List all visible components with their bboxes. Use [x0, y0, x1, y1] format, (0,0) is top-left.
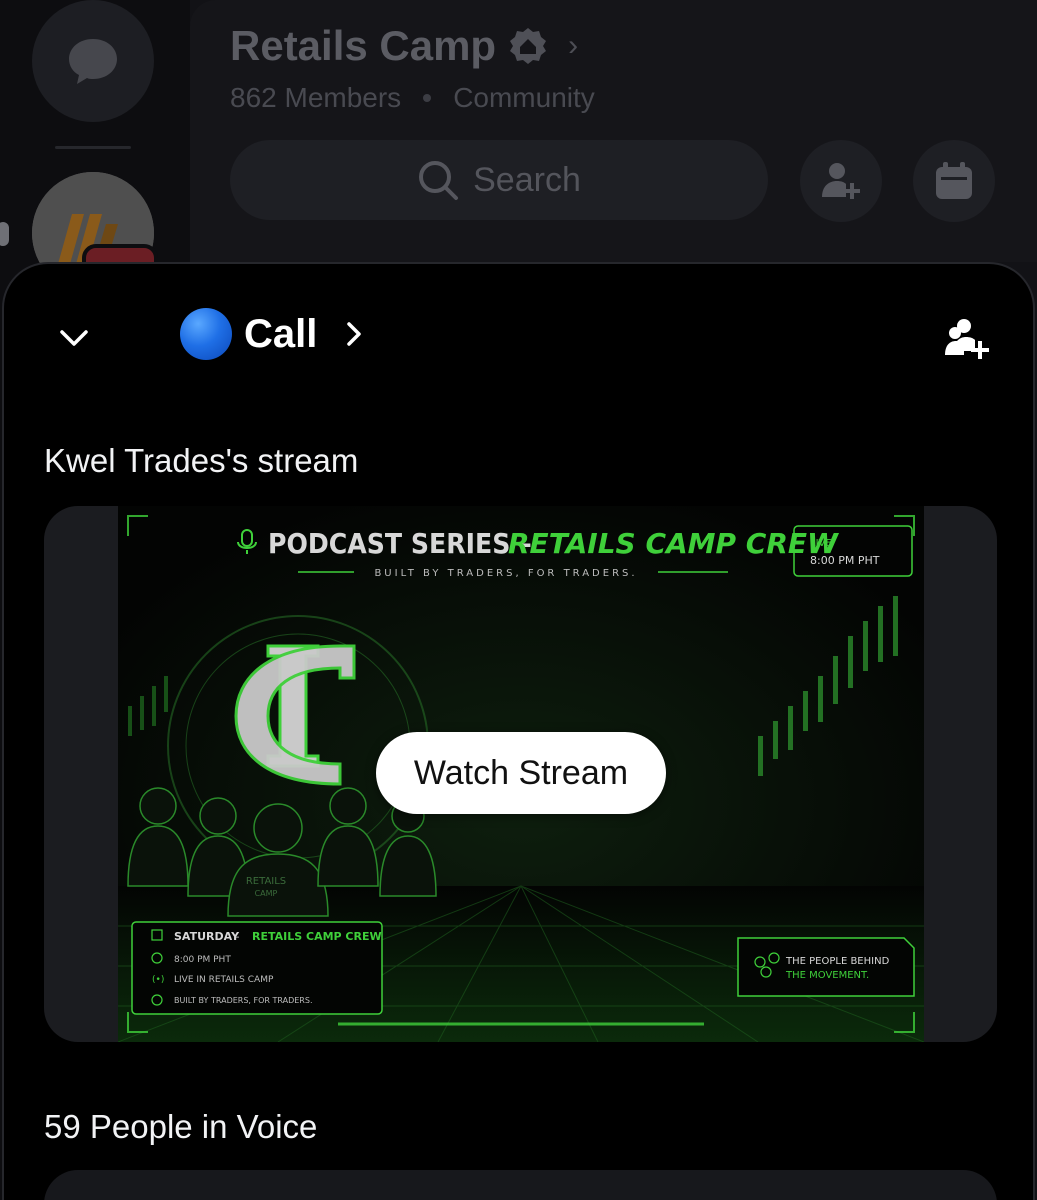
rail-divider	[55, 146, 131, 149]
live-label: LIVE	[810, 538, 832, 549]
invite-button[interactable]	[939, 312, 993, 366]
schedule-built: BUILT BY TRADERS, FOR TRADERS.	[174, 996, 313, 1005]
server-type: Community	[453, 82, 595, 113]
schedule-dash: –	[234, 930, 240, 943]
crowd-jacket-text: RETAILS	[246, 876, 286, 887]
meta-separator	[423, 94, 432, 102]
add-member-button[interactable]	[800, 140, 882, 222]
calendar-icon	[936, 162, 972, 199]
stream-preview-card[interactable]: RETAILS CAMP PODCAST SERIES – RETAILS CA…	[44, 506, 997, 1042]
schedule-time: 8:00 PM PHT	[174, 955, 231, 965]
chevron-right-icon	[347, 322, 362, 346]
chevron-down-icon	[60, 330, 88, 346]
magnifier-icon	[419, 161, 459, 200]
crowd-jacket-subtext: CAMP	[255, 889, 278, 898]
search-placeholder: Search	[473, 160, 581, 199]
server-meta: 862 Members Community	[230, 82, 595, 114]
poster-title-left: PODCAST SERIES –	[268, 527, 532, 560]
voice-participants-list[interactable]	[44, 1170, 997, 1200]
chevron-right-icon: ›	[568, 29, 579, 62]
chat-bubble-icon	[69, 39, 117, 84]
direct-messages-button[interactable]	[32, 0, 154, 122]
stream-owner-label: Kwel Trades's stream	[44, 442, 359, 479]
member-count: 862 Members	[230, 82, 402, 113]
schedule-day: SATURDAY	[174, 930, 240, 943]
live-signal-icon: (•)	[152, 975, 164, 985]
people-box: THE PEOPLE BEHIND THE MOVEMENT.	[737, 937, 915, 997]
call-header: Call	[4, 304, 1033, 368]
people-line1: THE PEOPLE BEHIND	[785, 956, 890, 967]
server-title[interactable]: Retails Camp ›	[230, 22, 578, 70]
poster-tagline: BUILT BY TRADERS, FOR TRADERS.	[374, 568, 637, 579]
schedule-box: SATURDAY – RETAILS CAMP CREW 8:00 PM PHT…	[131, 921, 383, 1015]
channel-title[interactable]: Call	[180, 308, 363, 360]
channel-name: Call	[244, 311, 318, 356]
collapse-button[interactable]	[52, 318, 96, 358]
server-name: Retails Camp	[230, 22, 497, 69]
voice-call-sheet: Call Kwel Trades's stream RETAILS CAMP P…	[2, 262, 1035, 1200]
events-button[interactable]	[913, 140, 995, 222]
blue-circle-emoji	[180, 308, 232, 360]
voice-count-label: 59 People in Voice	[44, 1108, 318, 1145]
group-add-icon	[945, 319, 989, 359]
server-header: Retails Camp › 862 Members Community Sea…	[190, 0, 1037, 262]
poster-title-right: RETAILS CAMP CREW	[508, 527, 839, 560]
watch-stream-button[interactable]: Watch Stream	[376, 732, 666, 814]
community-badge-icon	[510, 28, 547, 64]
schedule-where: LIVE IN RETAILS CAMP	[174, 975, 274, 985]
server-selected-indicator	[0, 222, 9, 246]
person-add-icon	[822, 163, 860, 199]
search-input[interactable]: Search	[230, 140, 768, 220]
schedule-crew: RETAILS CAMP CREW	[252, 930, 382, 943]
people-line2: THE MOVEMENT.	[785, 970, 869, 981]
live-time: 8:00 PM PHT	[810, 554, 880, 567]
